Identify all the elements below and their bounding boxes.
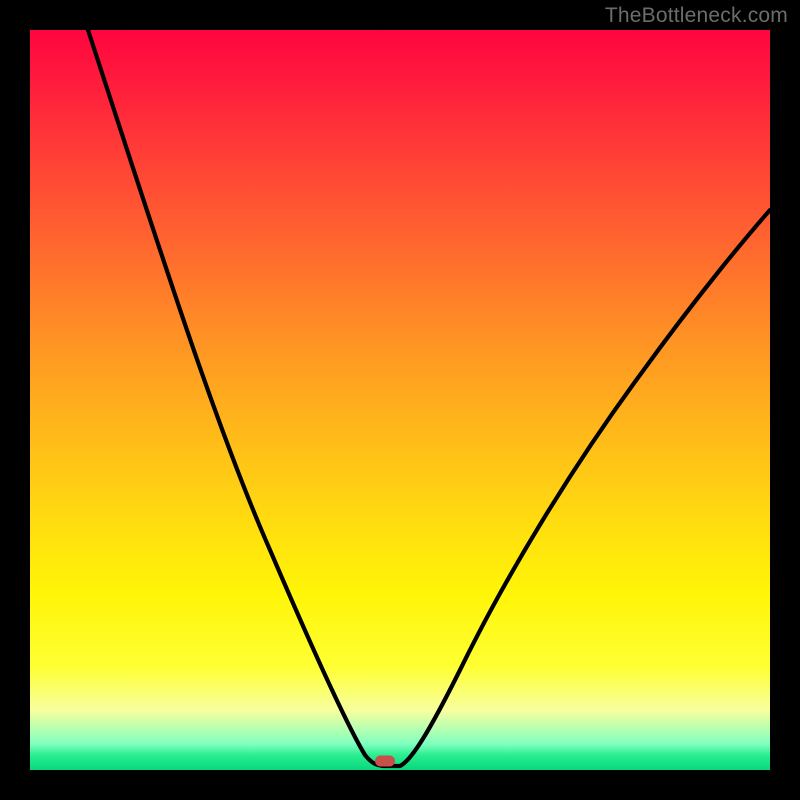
bottleneck-curve	[30, 30, 770, 770]
watermark-text: TheBottleneck.com	[605, 4, 788, 28]
optimum-marker	[375, 756, 395, 767]
plot-area	[30, 30, 770, 770]
chart-frame: TheBottleneck.com	[0, 0, 800, 800]
curve-path	[88, 30, 770, 766]
